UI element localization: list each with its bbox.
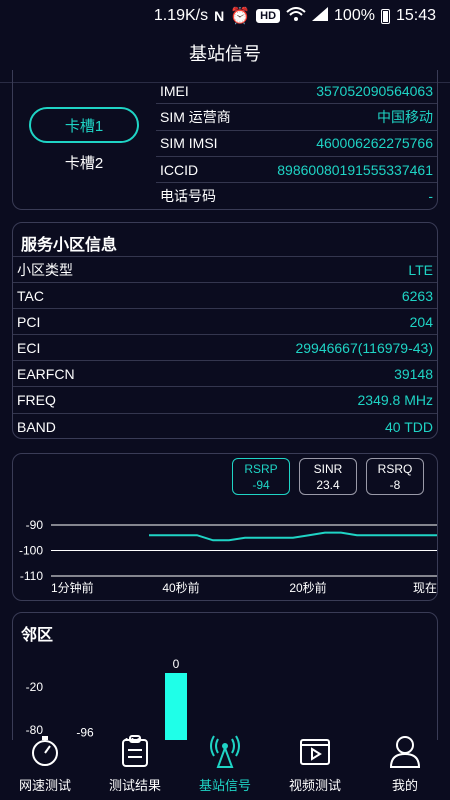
signal-tower-icon [208,734,242,775]
hd-badge: HD [256,9,281,23]
cell-info-value: 40 TDD [385,418,433,435]
status-bar: 1.19K/s N ⏰ HD 100% 15:43 [0,0,450,32]
cell-info-row: 小区类型 LTE [13,257,437,284]
neighbor-bar [165,673,187,743]
x-tick-label: 20秒前 [289,580,326,595]
alarm-icon: ⏰ [230,8,251,25]
cell-info-value: 204 [409,313,433,330]
tab-label: 我的 [391,778,418,793]
sim-info-value: 357052090564063 [316,82,433,99]
sim-info-label: SIM 运营商 [160,108,231,125]
video-icon [298,734,332,775]
battery-icon [380,8,390,24]
cell-info-label: EARFCN [17,365,75,382]
cell-info-label: PCI [17,313,41,330]
sim-info-card: 卡槽1 卡槽2 IMEI 357052090564063 SIM 运营商 中国移动 SI… [12,70,438,210]
user-icon [388,734,422,775]
sim-info-value: - [428,188,433,205]
bar-value-label: 0 [173,657,180,671]
battery-level: 100% [334,7,375,24]
sim-info-label: 电话号码 [160,188,216,205]
tab-signal-tower[interactable]: 基站信号 [180,735,270,800]
sim-info-row: SIM IMSI 460006262275766 [156,131,437,157]
cell-info-row: BAND 40 TDD [13,414,437,440]
sim-info-label: IMEI [160,82,189,99]
rsrp-series-line [149,531,437,542]
sim-info-label: ICCID [160,161,199,178]
sim-info-row: SIM 运营商 中国移动 [156,104,437,131]
tab-label: 基站信号 [198,778,251,793]
cell-info-value: 6263 [401,287,433,304]
serving-cell-title: 服务小区信息 [13,223,437,257]
cell-info-row: EARFCN 39148 [13,361,437,388]
sim-slot-2-button[interactable]: 卡槽2 [29,152,139,173]
cell-info-value: 2349.8 MHz [357,392,433,409]
serving-cell-card: 服务小区信息 小区类型 LTE TAC 6263 PCI 204 ECI 29946667(1… [12,222,438,439]
cell-info-label: FREQ [17,392,56,409]
cell-info-label: BAND [17,418,56,435]
y-tick-label: -100 [19,544,43,558]
sim-info-row: 电话号码 - [156,183,437,209]
y-tick-label: -20 [26,680,44,694]
y-tick-label: -110 [20,569,43,583]
sim-info-value: 中国移动 [377,108,433,125]
nfc-icon: N [214,8,225,24]
sim-info-row: ICCID 89860080191555337461 [156,157,437,184]
bottom-tab-bar: 网速测试 测试结果 基站信号 视频测试 我的 [0,735,450,800]
cell-info-row: ECI 29946667(116979-43) [13,335,437,362]
neighbor-bar-chart: -20-80-96-1100 [26,657,187,743]
y-tick-label: -90 [26,518,44,532]
x-tick-label: 40秒前 [162,580,199,595]
page-title: 基站信号 [189,44,261,64]
tab-label: 测试结果 [108,778,161,793]
network-speed: 1.19K/s [153,7,209,24]
cell-info-label: 小区类型 [17,261,73,278]
cell-info-row: TAC 6263 [13,283,437,310]
cell-info-value: 39148 [394,365,433,382]
signal-line-chart: -90 -100 -110 1分钟前 40秒前 20秒前 现在 [19,518,437,595]
tab-label: 视频测试 [288,778,341,793]
clock: 15:43 [395,7,436,24]
serving-cell-list: 小区类型 LTE TAC 6263 PCI 204 ECI 29946667(116979-4… [13,257,437,440]
sim-info-value: 89860080191555337461 [277,161,433,178]
cell-info-value: 29946667(116979-43) [295,339,433,356]
stopwatch-icon [28,734,62,775]
cell-info-label: TAC [17,287,44,304]
sim-info-list: IMEI 357052090564063 SIM 运营商 中国移动 SIM IMSI 46… [156,78,437,209]
cell-signal-icon [312,6,329,26]
sim-slot-1-button[interactable]: 卡槽1 [29,107,139,143]
x-tick-label: 现在 [413,581,437,595]
sim-info-row: IMEI 357052090564063 [156,78,437,105]
signal-chart-card: RSRP -94 SINR 23.4 RSRQ -8 -90 -100 -110 1分钟前 40秒… [12,453,438,601]
tab-clipboard[interactable]: 测试结果 [90,735,180,800]
x-tick-label: 1分钟前 [51,580,94,595]
tab-video[interactable]: 视频测试 [270,739,360,800]
sim-info-label: SIM IMSI [160,135,218,152]
wifi-icon [286,6,306,26]
bar-value-label: -96 [76,725,94,739]
cell-info-row: PCI 204 [13,309,437,336]
cell-info-row: FREQ 2349.8 MHz [13,387,437,414]
cell-info-label: ECI [17,339,41,356]
tab-label: 网速测试 [18,778,71,793]
tab-stopwatch[interactable]: 网速测试 [0,736,90,800]
sim-info-value: 460006262275766 [316,135,433,152]
tab-user[interactable]: 我的 [360,736,450,800]
clipboard-icon [118,734,152,775]
cell-info-value: LTE [408,261,433,278]
